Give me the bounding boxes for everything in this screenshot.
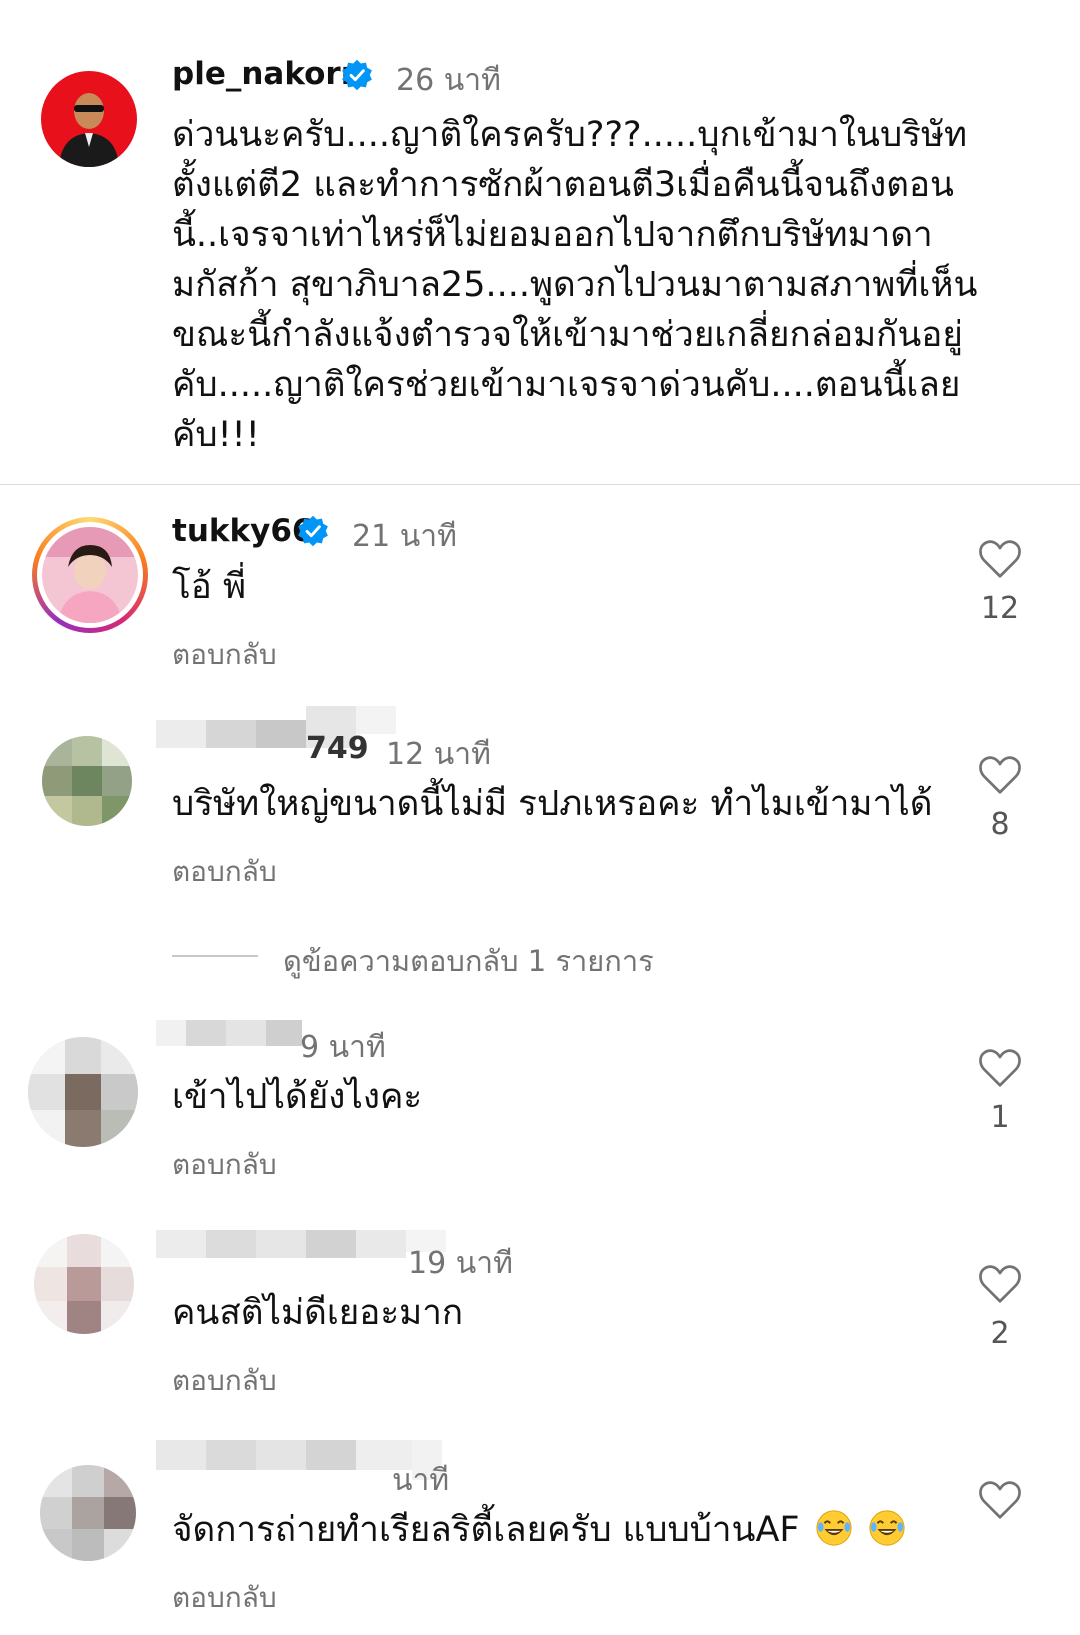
heart-icon[interactable] — [978, 755, 1022, 795]
reply-button[interactable]: ตอบกลับ — [172, 1359, 277, 1403]
commenter-avatar[interactable] — [40, 1465, 136, 1561]
comment-text: เข้าไปได้ยังไงคะ — [172, 1077, 423, 1117]
post-author-avatar[interactable] — [41, 71, 137, 167]
comment-time: นาที — [392, 1463, 450, 1498]
like-count: 1 — [990, 1100, 1010, 1135]
comment-username[interactable]: tukky66 — [172, 513, 313, 549]
caption-line: คับ.....ญาติใครช่วยเข้ามาเจรจาด่วนคับ...… — [172, 365, 961, 405]
blurred-username — [156, 1020, 306, 1050]
commenter-avatar[interactable] — [28, 1037, 138, 1147]
caption-line: ด่วนนะครับ....ญาติใครครับ???.....บุกเข้า… — [172, 115, 968, 155]
comment-time: 12 นาที — [386, 737, 491, 772]
view-replies-button[interactable]: ดูข้อความตอบกลับ 1 รายการ — [283, 938, 654, 984]
comment-time: 19 นาที — [408, 1246, 513, 1281]
verified-badge-icon — [298, 515, 328, 547]
heart-icon[interactable] — [978, 539, 1022, 579]
verified-badge-icon — [342, 59, 372, 91]
comment-text: คนสติไม่ดีเยอะมาก — [172, 1293, 464, 1333]
commenter-avatar[interactable] — [42, 736, 132, 826]
caption-line: มกัสก้า สุขาภิบาล25....พูดวกไปวนมาตามสภา… — [172, 265, 978, 305]
heart-icon[interactable] — [978, 1480, 1022, 1520]
caption-line: นี้..เจรจาเท่าไหร่ห็ไม่ยอมออกไปจากตึกบริ… — [172, 215, 933, 255]
reply-button[interactable]: ตอบกลับ — [172, 633, 277, 677]
comment-time: 9 นาที — [300, 1030, 386, 1065]
caption-line: คับ!!! — [172, 415, 260, 455]
divider — [0, 484, 1080, 485]
post-caption: ด่วนนะครับ....ญาติใครครับ???.....บุกเข้า… — [172, 110, 1052, 460]
commenter-avatar[interactable] — [34, 1234, 134, 1334]
comment-text: จัดการถ่ายทำเรียลริตี้เลยครับ แบบบ้านAF — [172, 1505, 906, 1555]
laughing-emoji-icon — [816, 1510, 852, 1546]
view-replies-line — [172, 955, 258, 957]
comment-text-body: จัดการถ่ายทำเรียลริตี้เลยครับ แบบบ้านAF — [172, 1510, 800, 1550]
heart-icon[interactable] — [978, 1048, 1022, 1088]
like-count: 8 — [990, 807, 1010, 842]
post-username[interactable]: ple_nakorn — [172, 56, 363, 92]
laughing-emoji-icon — [869, 1510, 905, 1546]
comment-text: โอ้ พี่ — [172, 567, 247, 607]
commenter-avatar[interactable] — [32, 517, 148, 633]
comment-time: 21 นาที — [352, 519, 457, 554]
caption-line: ขณะนี้กำลังแจ้งตำรวจให้เข้ามาช่วยเกลี่ยก… — [172, 315, 963, 355]
comment-text: บริษัทใหญ่ขนาดนี้ไม่มี รปภเหรอคะ ทำไมเข้… — [172, 784, 933, 824]
username-fragment: 749 — [306, 731, 369, 766]
caption-line: ตั้งแต่ตี2 และทำการซักผ้าตอนตี3เมื่อคืนน… — [172, 165, 954, 205]
post-time: 26 นาที — [396, 63, 501, 98]
reply-button[interactable]: ตอบกลับ — [172, 1576, 277, 1620]
heart-icon[interactable] — [978, 1264, 1022, 1304]
reply-button[interactable]: ตอบกลับ — [172, 1143, 277, 1187]
like-count: 2 — [990, 1316, 1010, 1351]
reply-button[interactable]: ตอบกลับ — [172, 850, 277, 894]
like-count: 12 — [980, 591, 1020, 626]
